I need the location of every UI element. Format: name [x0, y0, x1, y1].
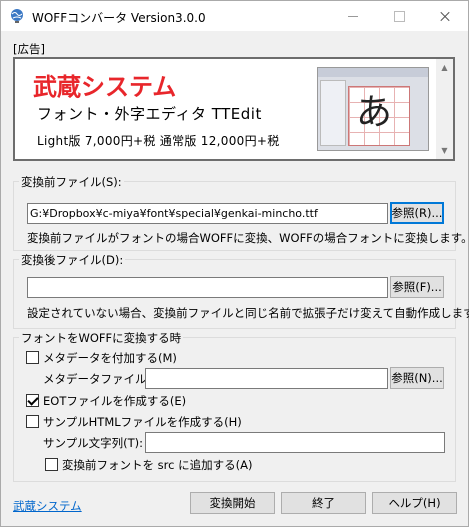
- browse-metadata-button[interactable]: 参照(N)...: [390, 367, 444, 389]
- dest-file-label: 変換後ファイル(D):: [19, 252, 126, 268]
- ad-sample-glyph: あ: [356, 92, 393, 133]
- ad-banner[interactable]: 武蔵システム フォント・外字エディタ TTEdit Light版 7,000円+…: [13, 57, 455, 161]
- musashi-system-link[interactable]: 武蔵システム: [13, 498, 82, 514]
- ad-title: 武蔵システム: [33, 73, 177, 101]
- window-title: WOFFコンバータ Version3.0.0: [32, 11, 206, 25]
- source-file-label: 変換前ファイル(S):: [19, 174, 124, 190]
- eot-checkbox-label[interactable]: EOTファイルを作成する(E): [43, 393, 186, 409]
- ad-screenshot-image: あ: [317, 67, 429, 151]
- scroll-up-arrow-icon[interactable]: ▲: [436, 59, 453, 76]
- metadata-file-input[interactable]: [145, 368, 388, 389]
- ad-subtitle: フォント・外字エディタ TTEdit: [37, 105, 262, 123]
- eot-checkbox[interactable]: [26, 394, 39, 407]
- woff-options-label: フォントをWOFFに変換する時: [19, 330, 184, 346]
- source-file-input[interactable]: G:¥Dropbox¥c-miya¥font¥special¥genkai-mi…: [27, 203, 388, 224]
- sample-text-input[interactable]: [145, 432, 445, 453]
- sample-text-label: サンプル文字列(T):: [43, 436, 144, 450]
- minimize-button[interactable]: [330, 1, 376, 31]
- scroll-down-arrow-icon[interactable]: ▼: [436, 142, 453, 159]
- ad-label: [広告]: [13, 42, 45, 56]
- add-src-checkbox-label[interactable]: 変換前フォントを src に追加する(A): [62, 457, 252, 473]
- sample-html-checkbox-label[interactable]: サンプルHTMLファイルを作成する(H): [43, 414, 242, 430]
- app-window: WOFFコンバータ Version3.0.0 [広告] 武蔵システム フォント・…: [0, 0, 469, 527]
- source-note: 変換前ファイルがフォントの場合WOFFに変換、WOFFの場合フォントに変換します…: [27, 231, 469, 245]
- maximize-button[interactable]: [376, 1, 422, 31]
- exit-button[interactable]: 終了: [281, 492, 366, 514]
- add-src-checkbox[interactable]: [45, 458, 58, 471]
- sample-html-checkbox[interactable]: [26, 415, 39, 428]
- browse-dest-button[interactable]: 参照(F)...: [390, 276, 444, 298]
- dest-file-input[interactable]: [27, 277, 388, 298]
- title-bar: WOFFコンバータ Version3.0.0: [1, 1, 468, 31]
- help-button[interactable]: ヘルプ(H): [372, 492, 457, 514]
- browse-source-button[interactable]: 参照(R)...: [390, 202, 444, 224]
- ad-scrollbar[interactable]: ▲ ▼: [436, 59, 453, 159]
- metadata-checkbox[interactable]: [26, 351, 39, 364]
- dest-note: 設定されていない場合、変換前ファイルと同じ名前で拡張子だけ変えて自動作成します。: [27, 306, 469, 320]
- start-conversion-button[interactable]: 変換開始: [190, 492, 275, 514]
- ad-price: Light版 7,000円+税 通常版 12,000円+税: [37, 134, 280, 148]
- app-globe-icon: [11, 9, 23, 23]
- close-button[interactable]: [422, 1, 468, 31]
- metadata-checkbox-label[interactable]: メタデータを付加する(M): [43, 350, 177, 366]
